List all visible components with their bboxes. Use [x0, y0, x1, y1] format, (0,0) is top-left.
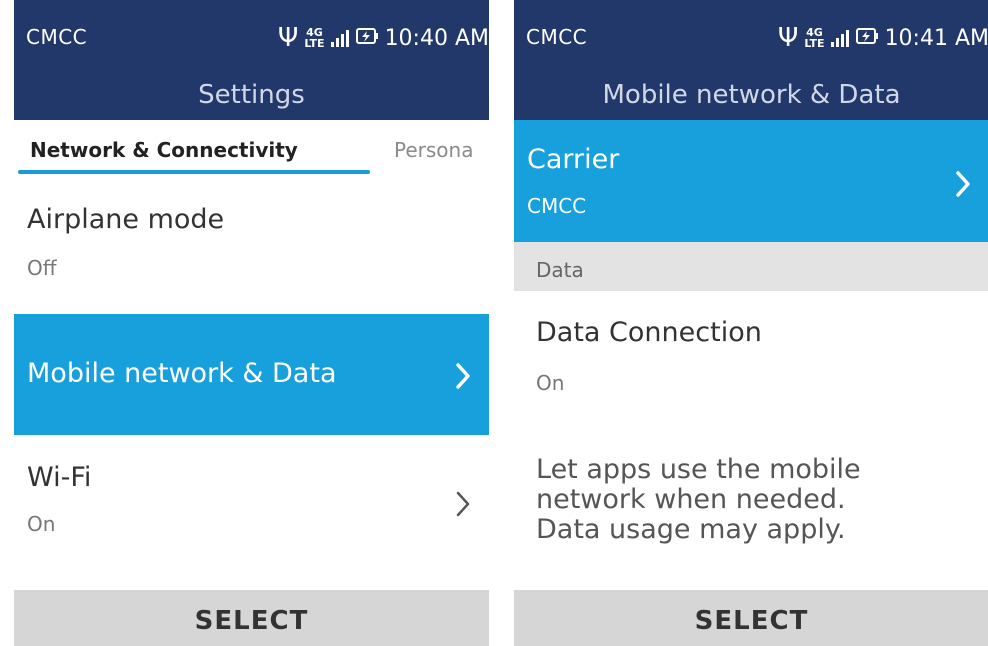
- page-title: Mobile network & Data: [514, 75, 988, 120]
- carrier-item-label: Carrier: [527, 144, 620, 175]
- description-line: network when needed.: [536, 484, 846, 515]
- data-connection-label: Data Connection: [536, 317, 762, 348]
- signal-icon: [830, 29, 849, 47]
- carrier-label: CMCC: [26, 25, 88, 49]
- section-title: Data: [536, 258, 584, 282]
- mobile-network-data-label: Mobile network & Data: [27, 358, 337, 389]
- chevron-right-icon: [455, 490, 471, 522]
- battery-charging-icon: [355, 26, 379, 50]
- tab-personalization[interactable]: Persona: [394, 138, 473, 162]
- data-connection-item[interactable]: Data Connection On: [514, 291, 988, 423]
- lte-icon: 4G LTE: [304, 27, 324, 49]
- signal-icon: [330, 29, 349, 47]
- usb-icon: Ψ: [277, 23, 299, 53]
- data-connection-value: On: [536, 371, 565, 395]
- select-softkey[interactable]: SELECT: [514, 590, 988, 646]
- status-icons: Ψ 4G LTE 10:40 AM: [278, 18, 489, 58]
- usb-icon: Ψ: [777, 23, 799, 53]
- battery-charging-icon: [855, 26, 879, 50]
- network-subtype: LTE: [804, 37, 825, 50]
- status-icons: Ψ 4G LTE 10:41 AM: [778, 18, 988, 58]
- chevron-right-icon: [955, 170, 971, 202]
- carrier-label: CMCC: [526, 25, 588, 49]
- tab-indicator: [18, 170, 370, 174]
- mobile-network-data-item[interactable]: Mobile network & Data: [14, 314, 489, 435]
- wifi-value: On: [27, 512, 56, 536]
- wifi-item[interactable]: Wi-Fi On: [14, 440, 489, 570]
- chevron-right-icon: [455, 362, 471, 394]
- tab-network-connectivity[interactable]: Network & Connectivity: [30, 138, 298, 162]
- airplane-mode-value: Off: [27, 256, 57, 280]
- clock: 10:41 AM: [884, 25, 988, 51]
- carrier-item-value: CMCC: [527, 194, 587, 218]
- settings-screen: CMCC Ψ 4G LTE 10:40 AM Settings Network …: [14, 0, 489, 646]
- clock: 10:40 AM: [384, 25, 489, 51]
- page-title: Settings: [14, 75, 489, 120]
- description-line: Data usage may apply.: [536, 514, 846, 545]
- lte-icon: 4G LTE: [804, 27, 824, 49]
- tab-bar: Network & Connectivity Persona: [14, 120, 489, 178]
- data-description: Let apps use the mobile network when nee…: [536, 455, 976, 545]
- carrier-item[interactable]: Carrier CMCC: [514, 120, 988, 242]
- description-line: Let apps use the mobile: [536, 454, 861, 485]
- airplane-mode-item[interactable]: Airplane mode Off: [14, 178, 489, 310]
- airplane-mode-label: Airplane mode: [27, 204, 225, 235]
- wifi-label: Wi-Fi: [27, 462, 92, 493]
- data-section-header: Data: [514, 242, 988, 291]
- mobile-network-screen: CMCC Ψ 4G LTE 10:41 AM Mobile network & …: [514, 0, 988, 646]
- status-bar: CMCC Ψ 4G LTE 10:40 AM: [14, 0, 489, 75]
- status-bar: CMCC Ψ 4G LTE 10:41 AM: [514, 0, 988, 75]
- select-softkey[interactable]: SELECT: [14, 590, 489, 646]
- network-subtype: LTE: [304, 37, 325, 50]
